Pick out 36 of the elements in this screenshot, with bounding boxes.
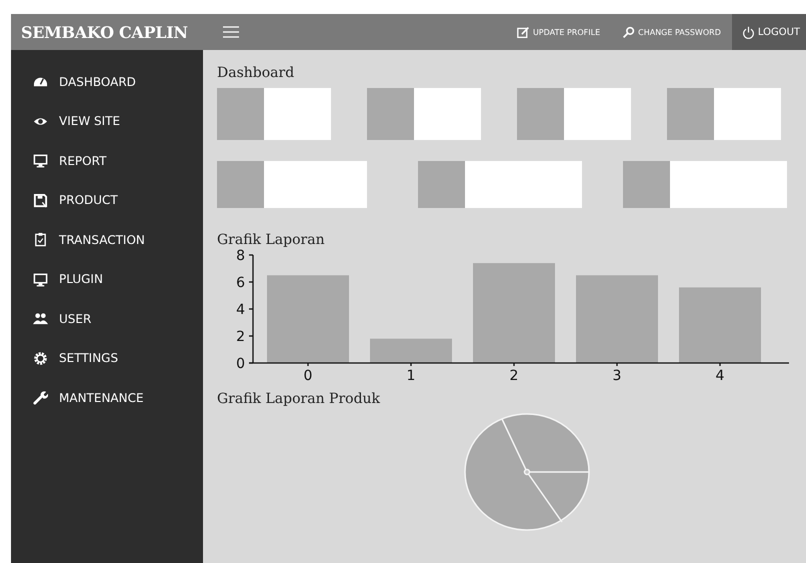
axis-label: 6	[236, 275, 245, 291]
monitor-icon	[33, 272, 48, 287]
axis-label: 0	[236, 356, 245, 372]
chart-title: Grafik Laporan Produk	[217, 391, 380, 407]
sidebar-item[interactable]: PRODUCT	[11, 180, 203, 220]
sidebar-item[interactable]: DASHBOARD	[11, 62, 203, 102]
header-link[interactable]: UPDATE PROFILE	[506, 14, 612, 50]
sidebar-item[interactable]: MANTENANCE	[11, 378, 203, 418]
edit-icon	[516, 26, 530, 38]
axis-label: 8	[236, 248, 245, 264]
sidebar-item[interactable]: REPORT	[11, 141, 203, 180]
axis-label: 0	[304, 368, 312, 384]
users-icon	[33, 311, 48, 326]
axis-label: 1	[406, 368, 416, 384]
page-title: Dashboard	[217, 64, 294, 83]
axis-label: 4	[236, 302, 245, 318]
logout-button[interactable]: LOGOUT	[732, 14, 806, 50]
sidebar-item[interactable]: SETTINGS	[11, 338, 203, 378]
axis-label: 3	[612, 368, 622, 384]
menu-icon[interactable]	[223, 26, 239, 38]
axis-label: 2	[510, 368, 518, 384]
monitor-icon	[33, 153, 48, 168]
settings-icon	[33, 350, 48, 366]
axis-label: 2	[236, 329, 245, 345]
sidebar-item[interactable]: VIEW SITE	[11, 102, 203, 141]
wrench-icon	[33, 390, 48, 406]
header-link[interactable]: CHANGE PASSWORD	[611, 14, 732, 50]
sidebar-item[interactable]: TRANSACTION	[11, 220, 203, 260]
sidebar-item[interactable]: PLUGIN	[11, 260, 203, 299]
key-icon	[622, 26, 636, 38]
clipboard-icon	[33, 232, 48, 248]
axis-label: 4	[716, 368, 724, 384]
sidebar-item[interactable]: USER	[11, 299, 203, 338]
chart-title: Grafik Laporan	[217, 232, 325, 248]
power-icon	[742, 26, 755, 38]
brand-title: SEMBAKO CAPLIN	[11, 14, 203, 50]
